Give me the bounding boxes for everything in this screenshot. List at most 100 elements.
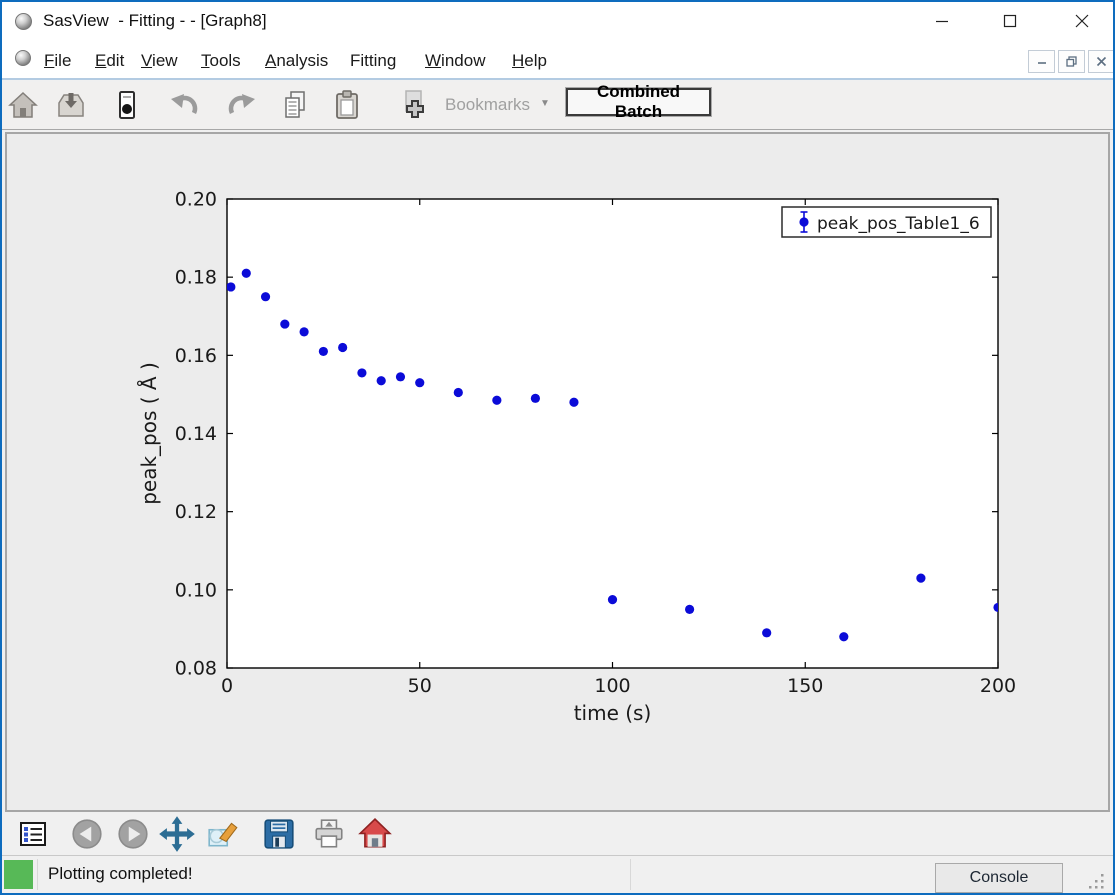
zoom-edit-icon	[205, 817, 241, 851]
y-tick-label: 0.16	[175, 345, 217, 367]
back-button[interactable]	[68, 815, 106, 853]
y-tick-label: 0.14	[175, 423, 217, 445]
data-point	[608, 595, 617, 604]
mdi-restore-icon	[1065, 55, 1078, 68]
context-list-icon	[17, 818, 49, 850]
resize-grip[interactable]	[1087, 872, 1105, 890]
save-button[interactable]	[54, 87, 88, 123]
y-tick-label: 0.18	[175, 267, 217, 289]
bookmark-add-button[interactable]	[398, 87, 432, 123]
copy-button[interactable]	[278, 87, 312, 123]
data-point	[280, 319, 289, 328]
paste-icon	[331, 89, 363, 121]
data-point	[916, 574, 925, 583]
home-icon	[7, 89, 39, 121]
home-button[interactable]	[6, 87, 40, 123]
menu-bar: File Edit View Tools Analysis Fitting Wi…	[2, 42, 1113, 80]
redo-button[interactable]	[224, 87, 258, 123]
reset-button[interactable]	[356, 815, 394, 853]
y-axis-label: peak_pos ( Å )	[137, 362, 161, 505]
menu-window[interactable]: Window	[425, 48, 485, 74]
data-point	[338, 343, 347, 352]
undo-icon	[168, 89, 202, 121]
report-button[interactable]	[110, 87, 144, 123]
back-icon	[70, 817, 104, 851]
menu-view[interactable]: View	[141, 48, 178, 74]
window-title: SasView - Fitting - - [Graph8]	[43, 11, 267, 31]
forward-icon	[116, 817, 150, 851]
undo-button[interactable]	[168, 87, 202, 123]
x-tick-label: 100	[594, 675, 630, 697]
mdi-close-button[interactable]	[1088, 50, 1115, 73]
y-tick-label: 0.08	[175, 658, 217, 680]
console-button[interactable]: Console	[935, 863, 1063, 893]
save-plot-icon	[262, 817, 296, 851]
menu-fitting[interactable]: Fitting	[350, 48, 396, 74]
title-bar: SasView - Fitting - - [Graph8]	[2, 2, 1113, 42]
data-point	[454, 388, 463, 397]
menu-file[interactable]: File	[44, 48, 71, 74]
status-bar: Plotting completed! Console	[2, 855, 1113, 893]
save-plot-button[interactable]	[260, 815, 298, 853]
report-icon	[111, 89, 143, 121]
paste-button[interactable]	[330, 87, 364, 123]
data-point	[242, 269, 251, 278]
minimize-icon	[935, 14, 949, 28]
main-toolbar: Bookmarks ▼ Combined Batch	[2, 82, 1113, 130]
bookmarks-dropdown[interactable]: Bookmarks	[445, 95, 530, 115]
app-icon[interactable]	[15, 13, 32, 30]
bookmark-add-icon	[398, 87, 432, 123]
redo-icon	[224, 89, 258, 121]
status-message: Plotting completed!	[48, 864, 193, 884]
x-axis-label: time (s)	[574, 701, 652, 725]
print-button[interactable]	[310, 815, 348, 853]
data-point	[531, 394, 540, 403]
plot-canvas[interactable]: 0501001502000.080.100.120.140.160.180.20…	[7, 134, 1108, 810]
data-point	[685, 605, 694, 614]
combined-batch-button[interactable]: Combined Batch	[565, 87, 712, 117]
y-tick-label: 0.20	[175, 189, 217, 211]
data-point	[357, 368, 366, 377]
zoom-button[interactable]	[204, 815, 242, 853]
data-point	[226, 282, 235, 291]
pan-button[interactable]	[158, 815, 196, 853]
menu-analysis[interactable]: Analysis	[265, 48, 328, 74]
forward-button[interactable]	[114, 815, 152, 853]
divider	[630, 859, 631, 890]
legend-marker-icon	[799, 217, 808, 226]
plot-legend[interactable]: peak_pos_Table1_6	[782, 207, 991, 237]
plot-panel: 0501001502000.080.100.120.140.160.180.20…	[5, 132, 1110, 812]
data-point	[839, 632, 848, 641]
menu-edit[interactable]: Edit	[95, 48, 124, 74]
reset-home-icon	[357, 817, 393, 851]
y-tick-label: 0.10	[175, 579, 217, 601]
divider	[37, 859, 38, 890]
mdi-minimize-button[interactable]	[1028, 50, 1055, 73]
data-point	[319, 347, 328, 356]
save-icon	[55, 89, 87, 121]
plot-nav-toolbar	[2, 812, 1113, 855]
close-button[interactable]	[1060, 2, 1104, 40]
minimize-button[interactable]	[920, 2, 964, 40]
chevron-down-icon[interactable]: ▼	[540, 98, 550, 109]
mdi-system-icon[interactable]	[15, 50, 31, 66]
x-tick-label: 0	[221, 675, 233, 697]
x-tick-label: 150	[787, 675, 823, 697]
menu-help[interactable]: Help	[512, 48, 547, 74]
mdi-close-icon	[1096, 56, 1107, 67]
maximize-icon	[1003, 14, 1017, 28]
data-point	[300, 327, 309, 336]
context-menu-button[interactable]	[14, 815, 52, 853]
print-icon	[312, 817, 346, 851]
data-point	[377, 376, 386, 385]
x-tick-label: 50	[408, 675, 432, 697]
y-tick-label: 0.12	[175, 501, 217, 523]
data-point	[492, 396, 501, 405]
mdi-minimize-icon	[1036, 56, 1048, 68]
mdi-restore-button[interactable]	[1058, 50, 1085, 73]
data-point	[415, 378, 424, 387]
maximize-button[interactable]	[988, 2, 1032, 40]
status-indicator	[4, 860, 33, 889]
menu-tools[interactable]: Tools	[201, 48, 241, 74]
legend-label: peak_pos_Table1_6	[817, 214, 980, 234]
